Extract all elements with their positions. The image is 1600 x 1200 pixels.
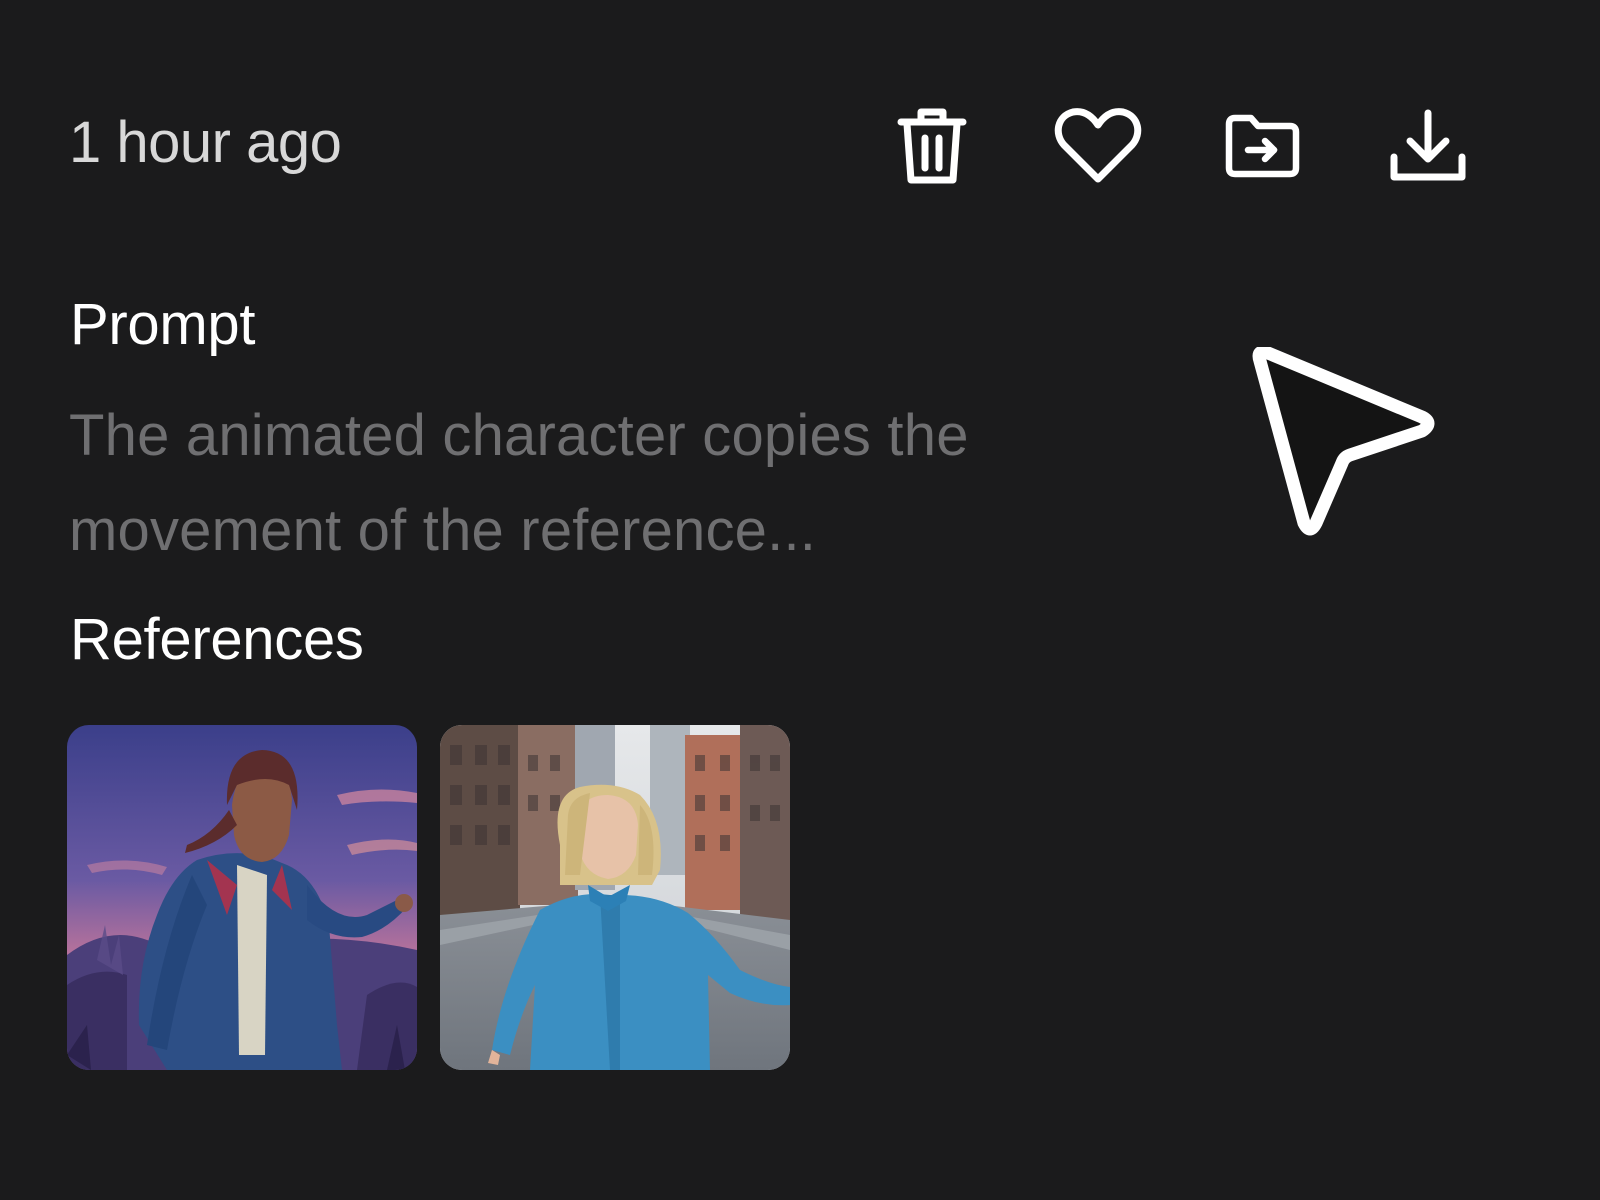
heart-icon: [1054, 108, 1142, 183]
prompt-text: The animated character copies the moveme…: [69, 403, 969, 563]
folder-move-icon: [1225, 114, 1300, 178]
reference-thumbnails: [67, 725, 867, 1070]
live-action-reference-image: [440, 725, 790, 1070]
reference-thumbnail-live-action[interactable]: [440, 725, 790, 1070]
download-button[interactable]: [1378, 104, 1478, 188]
trash-icon: [897, 108, 967, 184]
mouse-pointer-icon: [1252, 347, 1435, 536]
prompt-heading: Prompt: [70, 292, 256, 357]
delete-button[interactable]: [882, 104, 982, 188]
generation-details-panel: 1 hour ago Prompt The animated character…: [0, 0, 1600, 1200]
references-heading: References: [70, 607, 364, 672]
timestamp: 1 hour ago: [69, 110, 342, 175]
animated-character-image: [67, 725, 417, 1070]
favorite-button[interactable]: [1048, 104, 1148, 188]
move-to-folder-button[interactable]: [1212, 104, 1312, 188]
action-toolbar: [897, 104, 1520, 188]
download-icon: [1390, 109, 1466, 181]
reference-thumbnail-animated-character[interactable]: [67, 725, 417, 1070]
